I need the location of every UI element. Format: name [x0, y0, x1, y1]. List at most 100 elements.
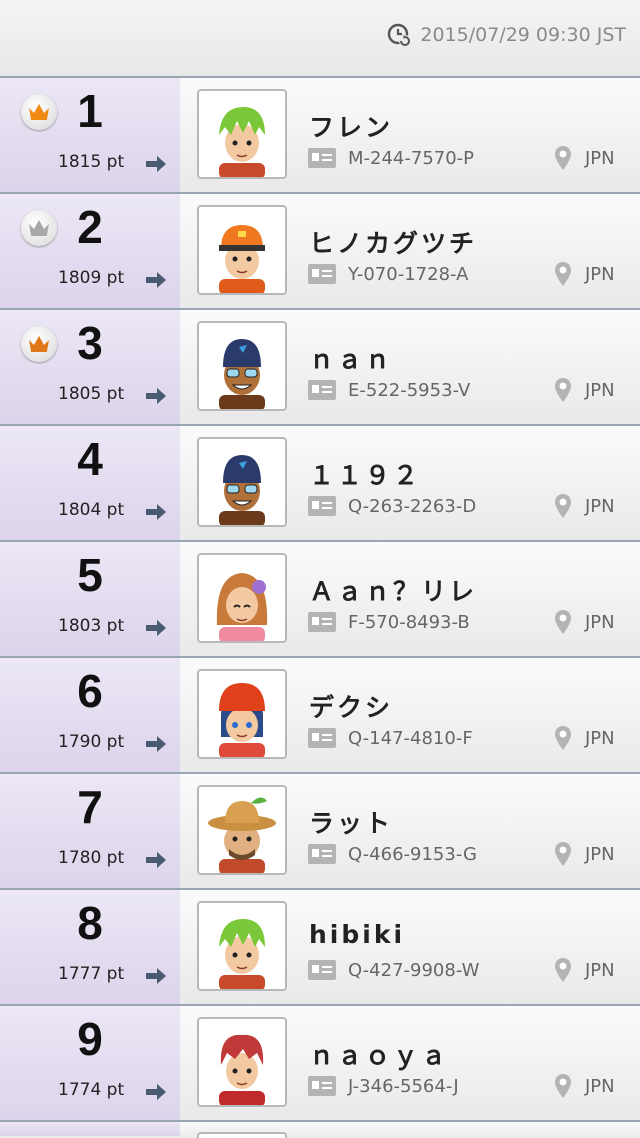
points-text: 1780 pt: [58, 848, 125, 868]
points-text: 1774 pt: [58, 1080, 125, 1100]
arrow-right-icon[interactable]: [145, 967, 167, 985]
player-id: J-346-5564-J: [348, 1076, 459, 1097]
rank-number: 5: [77, 549, 103, 601]
player-name: デクシ: [309, 693, 394, 722]
avatar-hiker-hat-icon: [199, 787, 285, 873]
avatar[interactable]: [197, 437, 287, 527]
player-id: F-570-8493-B: [348, 612, 470, 633]
table-row-partial[interactable]: [0, 1122, 640, 1138]
id-card-icon: [308, 728, 336, 748]
ranking-list: 1 1815 pt フレン M-244-7570-P JPN 2 1809 pt…: [0, 78, 640, 1122]
id-card-icon: [308, 148, 336, 168]
rank-cell: 4 1804 pt: [0, 426, 180, 540]
rank-number: 3: [77, 317, 103, 369]
player-id: M-244-7570-P: [348, 148, 475, 169]
country-code: JPN: [585, 496, 615, 517]
points-text: 1815 pt: [58, 152, 125, 172]
rank-number: 1: [77, 85, 103, 137]
id-card-icon: [308, 1076, 336, 1096]
arrow-right-icon[interactable]: [145, 155, 167, 173]
id-card-icon: [308, 612, 336, 632]
arrow-right-icon[interactable]: [145, 271, 167, 289]
table-row[interactable]: 5 1803 pt Ａａｎ？リレ F-570-8493-B JPN: [0, 542, 640, 658]
location-pin-icon: [555, 146, 571, 170]
avatar[interactable]: [197, 1017, 287, 1107]
table-row[interactable]: 8 1777 pt hibiki Q-427-9908-W JPN: [0, 890, 640, 1006]
points-text: 1804 pt: [58, 500, 125, 520]
country-code: JPN: [585, 960, 615, 981]
table-row[interactable]: 1 1815 pt フレン M-244-7570-P JPN: [0, 78, 640, 194]
rank-cell: 3 1805 pt: [0, 310, 180, 424]
avatar: [197, 1132, 287, 1138]
rank-cell: [0, 1122, 180, 1136]
player-name: ラット: [309, 809, 394, 838]
rank-cell: 8 1777 pt: [0, 890, 180, 1004]
player-id: Q-147-4810-F: [348, 728, 473, 749]
arrow-right-icon[interactable]: [145, 619, 167, 637]
avatar-green-hair-boy-icon: [199, 903, 285, 989]
location-pin-icon: [555, 262, 571, 286]
table-row[interactable]: 3 1805 pt ｎａｎ E-522-5953-V JPN: [0, 310, 640, 426]
avatar[interactable]: [197, 89, 287, 179]
avatar[interactable]: [197, 205, 287, 295]
timestamp-text: 2015/07/29 09:30 JST: [420, 24, 626, 46]
table-row[interactable]: 9 1774 pt ｎａｏｙａ J-346-5564-J JPN: [0, 1006, 640, 1122]
avatar-swimmer-goggles-icon: [199, 323, 285, 409]
rank-number: 2: [77, 201, 103, 253]
rank-cell: 5 1803 pt: [0, 542, 180, 656]
id-card-icon: [308, 496, 336, 516]
avatar[interactable]: [197, 901, 287, 991]
clock-refresh-icon: [388, 23, 412, 47]
player-name: ｎａｎ: [309, 345, 394, 374]
avatar[interactable]: [197, 321, 287, 411]
player-name: Ａａｎ？リレ: [309, 577, 478, 606]
player-id: Y-070-1728-A: [348, 264, 469, 285]
rank-cell: 6 1790 pt: [0, 658, 180, 772]
country-code: JPN: [585, 148, 615, 169]
avatar-swimmer-goggles-icon: [199, 439, 285, 525]
id-card-icon: [308, 844, 336, 864]
rank-number: 6: [77, 665, 103, 717]
points-text: 1805 pt: [58, 384, 125, 404]
rank-number: 8: [77, 897, 103, 949]
arrow-right-icon[interactable]: [145, 1083, 167, 1101]
arrow-right-icon[interactable]: [145, 851, 167, 869]
table-row[interactable]: 2 1809 pt ヒノカグツチ Y-070-1728-A JPN: [0, 194, 640, 310]
location-pin-icon: [555, 610, 571, 634]
country-code: JPN: [585, 380, 615, 401]
table-row[interactable]: 6 1790 pt デクシ Q-147-4810-F JPN: [0, 658, 640, 774]
arrow-right-icon[interactable]: [145, 387, 167, 405]
location-pin-icon: [555, 494, 571, 518]
avatar[interactable]: [197, 785, 287, 875]
rank-number: 9: [77, 1013, 103, 1065]
player-id: Q-427-9908-W: [348, 960, 480, 981]
location-pin-icon: [555, 378, 571, 402]
arrow-right-icon[interactable]: [145, 503, 167, 521]
header-bar: 2015/07/29 09:30 JST: [0, 0, 640, 78]
player-name: ヒノカグツチ: [309, 229, 478, 258]
points-text: 1803 pt: [58, 616, 125, 636]
country-code: JPN: [585, 1076, 615, 1097]
table-row[interactable]: 7 1780 pt ラット Q-466-9153-G JPN: [0, 774, 640, 890]
rank-cell: 7 1780 pt: [0, 774, 180, 888]
player-id: E-522-5953-V: [348, 380, 471, 401]
player-name: １１９２: [309, 461, 422, 490]
avatar-orange-cap-boy-icon: [199, 207, 285, 293]
country-code: JPN: [585, 728, 615, 749]
location-pin-icon: [555, 958, 571, 982]
id-card-icon: [308, 264, 336, 284]
rank-number: 7: [77, 781, 103, 833]
table-row[interactable]: 4 1804 pt １１９２ Q-263-2263-D JPN: [0, 426, 640, 542]
arrow-right-icon[interactable]: [145, 735, 167, 753]
rank-number: 4: [77, 433, 103, 485]
points-text: 1809 pt: [58, 268, 125, 288]
avatar-red-hair-boy-icon: [199, 1019, 285, 1105]
country-code: JPN: [585, 844, 615, 865]
avatar-green-hair-boy-icon: [199, 91, 285, 177]
location-pin-icon: [555, 842, 571, 866]
location-pin-icon: [555, 1074, 571, 1098]
points-text: 1790 pt: [58, 732, 125, 752]
rank-cell: 1 1815 pt: [0, 78, 180, 192]
avatar[interactable]: [197, 669, 287, 759]
avatar[interactable]: [197, 553, 287, 643]
